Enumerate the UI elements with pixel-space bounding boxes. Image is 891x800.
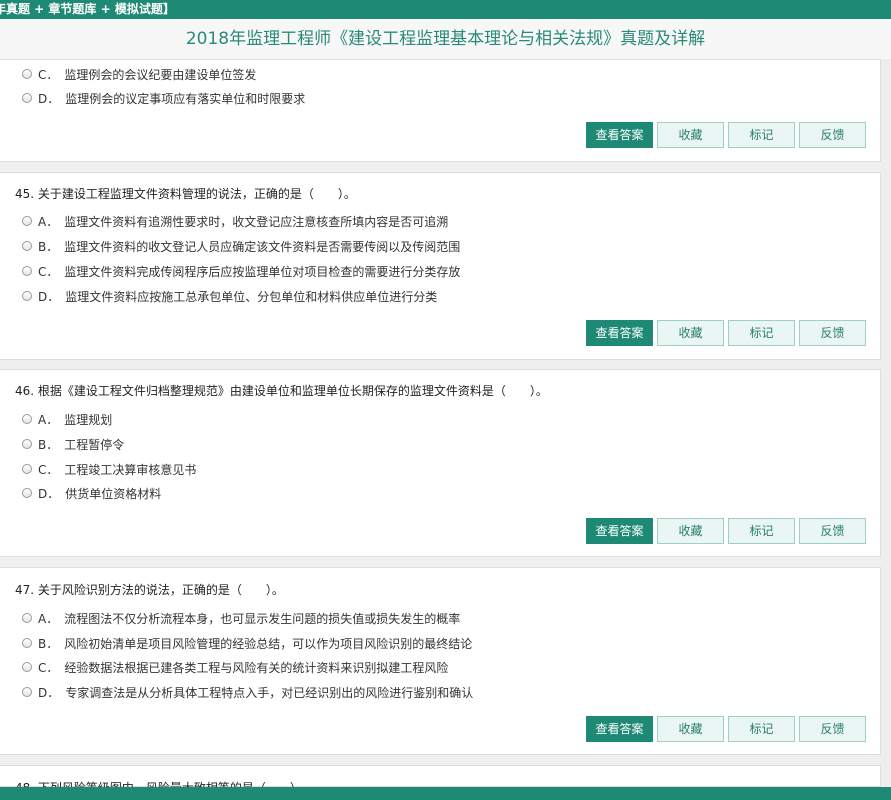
- option-text: 监理例会的会议纪要由建设单位签发: [64, 67, 257, 82]
- page-title: 2018年监理工程师《建设工程监理基本理论与相关法规》真题及详解: [185, 29, 706, 49]
- option-letter: D．: [38, 685, 60, 700]
- option-c[interactable]: C． 工程竣工决算审核意见书: [22, 461, 196, 477]
- action-buttons: 查看答案 收藏 标记 反馈: [586, 518, 870, 544]
- mark-button[interactable]: 标记: [728, 320, 795, 346]
- mark-button[interactable]: 标记: [728, 716, 795, 742]
- option-d[interactable]: D． 供货单位资格材料: [22, 485, 161, 501]
- option-text: 流程图法不仅分析流程本身，也可显示发生问题的损失值或损失发生的概率: [64, 611, 461, 626]
- option-text: 监理文件资料完成传阅程序后应按监理单位对项目检查的需要进行分类存放: [64, 264, 461, 279]
- option-letter: B．: [38, 437, 59, 452]
- option-letter: B．: [38, 239, 59, 254]
- option-b[interactable]: B． 监理文件资料的收文登记人员应确定该文件资料是否需要传阅以及传阅范围: [22, 238, 460, 254]
- favorite-button[interactable]: 收藏: [657, 716, 724, 742]
- feedback-button[interactable]: 反馈: [799, 320, 866, 346]
- question-card-44: C． 监理例会的会议纪要由建设单位签发 D． 监理例会的议定事项应有落实单位和时…: [0, 59, 881, 162]
- radio-button[interactable]: [22, 69, 32, 79]
- option-b[interactable]: B． 工程暂停令: [22, 436, 124, 452]
- title-bar: 2018年监理工程师《建设工程监理基本理论与相关法规》真题及详解: [0, 19, 891, 60]
- option-letter: D．: [38, 289, 60, 304]
- bottom-bar: [0, 787, 891, 800]
- question-text: 45. 关于建设工程监理文件资料管理的说法，正确的是（ ）。: [15, 187, 356, 201]
- question-card-47: 47. 关于风险识别方法的说法，正确的是（ ）。 A． 流程图法不仅分析流程本身…: [0, 567, 881, 755]
- option-letter: B．: [38, 636, 59, 651]
- favorite-button[interactable]: 收藏: [657, 320, 724, 346]
- question-text: 46. 根据《建设工程文件归档整理规范》由建设单位和监理单位长期保存的监理文件资…: [15, 384, 548, 398]
- option-text: 监理文件资料的收文登记人员应确定该文件资料是否需要传阅以及传阅范围: [64, 239, 461, 254]
- option-letter: C．: [38, 660, 59, 675]
- radio-button[interactable]: [22, 613, 32, 623]
- option-letter: D．: [38, 91, 60, 106]
- feedback-button[interactable]: 反馈: [799, 716, 866, 742]
- top-banner: 年真题 + 章节题库 + 模拟试题】: [0, 0, 891, 19]
- option-text: 工程竣工决算审核意见书: [64, 462, 197, 477]
- view-answer-button[interactable]: 查看答案: [586, 518, 653, 544]
- action-buttons: 查看答案 收藏 标记 反馈: [586, 122, 870, 148]
- option-text: 工程暂停令: [64, 437, 125, 452]
- right-edge: [881, 59, 891, 787]
- option-a[interactable]: A． 流程图法不仅分析流程本身，也可显示发生问题的损失值或损失发生的概率: [22, 610, 460, 626]
- option-letter: C．: [38, 67, 59, 82]
- radio-button[interactable]: [22, 291, 32, 301]
- option-letter: D．: [38, 486, 60, 501]
- option-text: 风险初始清单是项目风险管理的经验总结，可以作为项目风险识别的最终结论: [64, 636, 473, 651]
- radio-button[interactable]: [22, 414, 32, 424]
- option-b[interactable]: B． 风险初始清单是项目风险管理的经验总结，可以作为项目风险识别的最终结论: [22, 635, 472, 651]
- radio-button[interactable]: [22, 662, 32, 672]
- radio-button[interactable]: [22, 687, 32, 697]
- option-c[interactable]: C． 监理例会的会议纪要由建设单位签发: [22, 66, 256, 82]
- option-letter: A．: [38, 214, 59, 229]
- option-text: 监理规划: [64, 412, 113, 427]
- option-d[interactable]: D． 专家调查法是从分析具体工程特点入手，对已经识别出的风险进行鉴别和确认: [22, 684, 473, 700]
- option-text: 监理文件资料应按施工总承包单位、分包单位和材料供应单位进行分类: [65, 289, 438, 304]
- option-letter: A．: [38, 611, 59, 626]
- radio-button[interactable]: [22, 488, 32, 498]
- radio-button[interactable]: [22, 216, 32, 226]
- feedback-button[interactable]: 反馈: [799, 122, 866, 148]
- radio-button[interactable]: [22, 439, 32, 449]
- radio-button[interactable]: [22, 93, 32, 103]
- option-text: 经验数据法根据已建各类工程与风险有关的统计资料来识别拟建工程风险: [64, 660, 449, 675]
- favorite-button[interactable]: 收藏: [657, 518, 724, 544]
- question-card-46: 46. 根据《建设工程文件归档整理规范》由建设单位和监理单位长期保存的监理文件资…: [0, 369, 881, 557]
- mark-button[interactable]: 标记: [728, 122, 795, 148]
- action-buttons: 查看答案 收藏 标记 反馈: [586, 320, 870, 346]
- option-c[interactable]: C． 监理文件资料完成传阅程序后应按监理单位对项目检查的需要进行分类存放: [22, 263, 460, 279]
- view-answer-button[interactable]: 查看答案: [586, 320, 653, 346]
- option-d[interactable]: D． 监理例会的议定事项应有落实单位和时限要求: [22, 90, 305, 106]
- option-a[interactable]: A． 监理文件资料有追溯性要求时，收文登记应注意核查所填内容是否可追溯: [22, 213, 448, 229]
- option-d[interactable]: D． 监理文件资料应按施工总承包单位、分包单位和材料供应单位进行分类: [22, 288, 437, 304]
- radio-button[interactable]: [22, 638, 32, 648]
- option-text: 监理例会的议定事项应有落实单位和时限要求: [65, 91, 306, 106]
- option-text: 监理文件资料有追溯性要求时，收文登记应注意核查所填内容是否可追溯: [64, 214, 449, 229]
- option-text: 专家调查法是从分析具体工程特点入手，对已经识别出的风险进行鉴别和确认: [65, 685, 474, 700]
- radio-button[interactable]: [22, 464, 32, 474]
- favorite-button[interactable]: 收藏: [657, 122, 724, 148]
- mark-button[interactable]: 标记: [728, 518, 795, 544]
- option-text: 供货单位资格材料: [65, 486, 162, 501]
- option-c[interactable]: C． 经验数据法根据已建各类工程与风险有关的统计资料来识别拟建工程风险: [22, 659, 448, 675]
- view-answer-button[interactable]: 查看答案: [586, 122, 653, 148]
- view-answer-button[interactable]: 查看答案: [586, 716, 653, 742]
- option-letter: A．: [38, 412, 59, 427]
- radio-button[interactable]: [22, 266, 32, 276]
- option-letter: C．: [38, 264, 59, 279]
- option-a[interactable]: A． 监理规划: [22, 411, 112, 427]
- feedback-button[interactable]: 反馈: [799, 518, 866, 544]
- option-letter: C．: [38, 462, 59, 477]
- question-text: 47. 关于风险识别方法的说法，正确的是（ ）。: [15, 583, 284, 597]
- radio-button[interactable]: [22, 241, 32, 251]
- action-buttons: 查看答案 收藏 标记 反馈: [586, 716, 870, 742]
- question-card-45: 45. 关于建设工程监理文件资料管理的说法，正确的是（ ）。 A． 监理文件资料…: [0, 172, 881, 360]
- top-banner-text: 年真题 + 章节题库 + 模拟试题】: [0, 2, 175, 16]
